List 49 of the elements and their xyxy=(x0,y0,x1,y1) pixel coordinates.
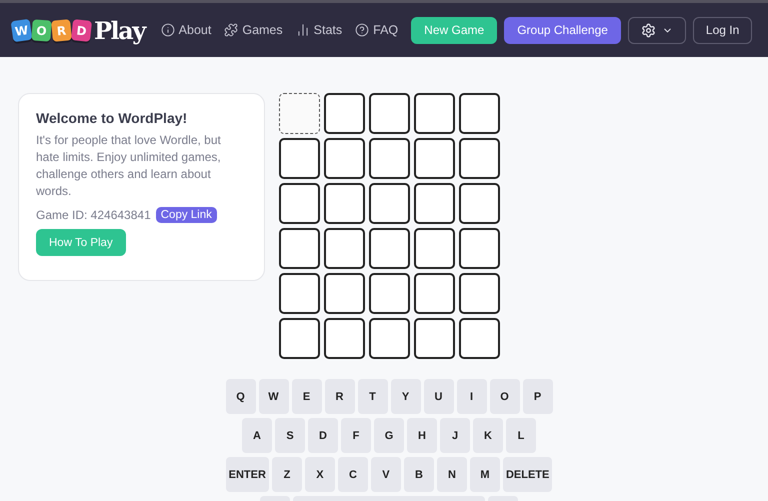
nav-link[interactable]: Stats xyxy=(296,23,342,37)
keyboard-key[interactable]: S xyxy=(275,418,305,453)
welcome-title: Welcome to WordPlay! xyxy=(36,110,188,126)
copy-link-button[interactable]: Copy Link xyxy=(156,207,217,223)
keyboard-key[interactable]: Q xyxy=(226,379,256,414)
welcome-text: It's for people that love Wordle, but hate limits. Enjoy unlimited games, challenge others and learn about words. xyxy=(36,132,222,200)
login-button[interactable]: Log In xyxy=(692,16,752,44)
keyboard-key[interactable]: N xyxy=(436,457,467,492)
keyboard-key[interactable]: Y xyxy=(390,379,420,414)
group-challenge-button[interactable]: Group Challenge xyxy=(504,16,621,44)
puzzle-icon xyxy=(224,23,238,37)
nav-link[interactable]: About xyxy=(160,23,212,37)
logo-letter-tile: W xyxy=(10,18,32,42)
keyboard-key[interactable]: X xyxy=(304,457,335,492)
info-icon xyxy=(160,23,175,37)
keyboard-key[interactable]: R xyxy=(324,379,354,414)
logo-letter-tile: O xyxy=(31,18,52,42)
keyboard-key[interactable]: P xyxy=(522,379,552,414)
keyboard-key[interactable]: C xyxy=(338,457,368,492)
logo-word: Play xyxy=(94,16,145,44)
keyboard-key[interactable]: K xyxy=(473,418,503,453)
settings-icon xyxy=(640,22,656,38)
keyboard-key[interactable]: H xyxy=(407,418,437,453)
keyboard-key[interactable]: M xyxy=(470,457,500,492)
nav-link[interactable]: Games xyxy=(224,23,283,37)
keyboard-key[interactable]: L xyxy=(506,418,536,453)
keyboard-key[interactable]: I xyxy=(456,379,486,414)
keyboard-key[interactable]: Z xyxy=(272,457,302,492)
keyboard-key[interactable]: D xyxy=(308,418,338,453)
keyboard-key[interactable]: E xyxy=(292,379,322,414)
keyboard-key[interactable]: O xyxy=(490,379,520,414)
keyboard-key[interactable]: B xyxy=(404,457,434,492)
help-icon xyxy=(355,23,370,37)
keyboard-key[interactable]: T xyxy=(358,379,388,414)
keyboard-key[interactable]: F xyxy=(341,418,371,453)
keyboard-key[interactable]: ENTER xyxy=(226,457,269,492)
game-id: Game ID: 424643841 xyxy=(36,208,151,222)
bar-chart-icon xyxy=(296,23,310,37)
keyboard-key[interactable]: A xyxy=(242,418,272,453)
keyboard-key[interactable]: G xyxy=(374,418,404,453)
keyboard-key[interactable]: U xyxy=(424,379,454,414)
logo-letter-tile: D xyxy=(70,18,92,42)
keyboard-key[interactable]: DELETE xyxy=(502,457,552,492)
settings-dropdown-button[interactable] xyxy=(628,16,686,44)
keyboard-key[interactable]: W xyxy=(258,379,288,414)
keyboard-key[interactable]: J xyxy=(440,418,470,453)
logo-letter-tile: R xyxy=(51,18,72,42)
nav-link[interactable]: FAQ xyxy=(355,23,398,37)
keyboard-key[interactable]: V xyxy=(370,457,401,492)
